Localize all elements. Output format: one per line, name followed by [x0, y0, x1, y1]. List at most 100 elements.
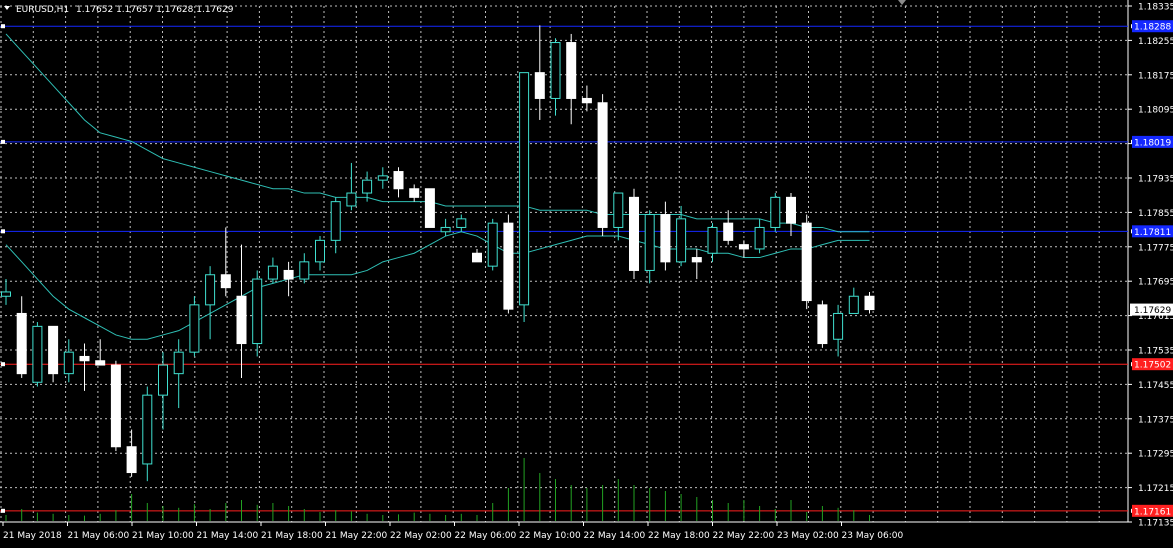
bear-candle[interactable] [534, 72, 545, 99]
bull-candle[interactable] [252, 278, 263, 345]
bull-candle[interactable] [676, 218, 687, 263]
price-tick-label: 1.17375 [1138, 415, 1173, 425]
bear-candle[interactable] [801, 222, 812, 302]
price-tick-label: 1.18335 [1138, 3, 1173, 13]
time-tick-label: 21 May 18:00 [261, 531, 323, 541]
bull-candle[interactable] [770, 196, 781, 228]
bear-candle[interactable] [472, 252, 482, 263]
bull-candle[interactable] [833, 312, 844, 340]
candlestick-chart[interactable]: 1.183351.182551.181751.180951.180151.179… [0, 0, 1173, 544]
bear-candle[interactable] [597, 102, 608, 228]
level-price-tag-label: 1.17502 [1134, 361, 1171, 371]
time-tick-label: 21 May 2018 [3, 531, 62, 541]
time-tick-label: 22 May 02:00 [390, 531, 452, 541]
price-tick-label: 1.17215 [1138, 484, 1173, 494]
bull-candle[interactable] [315, 239, 325, 263]
price-tick-label: 1.17455 [1138, 381, 1173, 391]
bear-candle[interactable] [566, 42, 577, 99]
bull-candle[interactable] [299, 261, 310, 280]
bull-candle[interactable] [330, 201, 341, 241]
bear-candle[interactable] [110, 364, 121, 448]
level-price-tag-label: 1.18288 [1134, 23, 1171, 33]
bear-candle[interactable] [79, 355, 90, 362]
time-tick-label: 22 May 10:00 [519, 531, 581, 541]
level-price-tag-label: 1.18019 [1134, 138, 1171, 148]
level-price-tag-label: 1.17161 [1134, 507, 1171, 517]
bull-candle[interactable] [173, 351, 184, 375]
bull-candle[interactable] [707, 226, 718, 254]
bear-candle[interactable] [786, 196, 796, 224]
symbol-label: EURUSD,H1 [16, 5, 69, 15]
bull-candle[interactable] [32, 325, 43, 383]
bear-candle[interactable] [283, 269, 294, 280]
price-tick-label: 1.18095 [1138, 106, 1173, 116]
bear-candle[interactable] [95, 360, 106, 366]
bull-candle[interactable] [644, 214, 655, 271]
bear-candle[interactable] [126, 446, 137, 474]
bull-candle[interactable] [63, 351, 74, 375]
price-tick-label: 1.17295 [1138, 450, 1173, 460]
price-tick-label: 1.17855 [1138, 209, 1173, 219]
bear-candle[interactable] [236, 295, 247, 345]
time-tick-label: 21 May 22:00 [326, 531, 388, 541]
chart-window[interactable]: 1.183351.182551.181751.180951.180151.179… [0, 0, 1173, 544]
bull-candle[interactable] [456, 218, 467, 228]
time-tick-label: 22 May 06:00 [455, 531, 517, 541]
bear-candle[interactable] [691, 257, 702, 263]
bear-candle[interactable] [48, 325, 59, 375]
bull-candle[interactable] [1, 291, 11, 297]
bull-candle[interactable] [189, 304, 200, 353]
bear-candle[interactable] [723, 222, 734, 241]
bear-candle[interactable] [629, 196, 639, 271]
bear-candle[interactable] [817, 304, 828, 345]
bear-candle[interactable] [581, 97, 592, 104]
bull-candle[interactable] [346, 192, 357, 207]
time-tick-label: 22 May 18:00 [648, 531, 710, 541]
bear-candle[interactable] [424, 188, 435, 228]
level-anchor-marker[interactable] [1, 24, 5, 29]
price-tick-label: 1.17535 [1138, 347, 1173, 357]
bull-candle[interactable] [377, 175, 388, 181]
bull-candle[interactable] [519, 72, 530, 306]
time-tick-label: 22 May 22:00 [713, 531, 775, 541]
bull-candle[interactable] [848, 295, 859, 314]
level-price-tag-label: 1.17811 [1134, 228, 1171, 238]
bull-candle[interactable] [267, 265, 278, 280]
bull-candle[interactable] [440, 226, 451, 233]
bull-candle[interactable] [205, 274, 216, 306]
bull-candle[interactable] [158, 364, 168, 396]
price-tick-label: 1.17775 [1138, 243, 1173, 253]
level-anchor-marker[interactable] [1, 229, 5, 234]
price-tick-label: 1.17135 [1138, 519, 1173, 529]
level-anchor-marker[interactable] [1, 508, 5, 513]
bear-candle[interactable] [393, 171, 404, 190]
chart-background [0, 0, 1173, 544]
time-tick-label: 23 May 06:00 [842, 531, 904, 541]
level-anchor-marker[interactable] [1, 139, 5, 144]
bear-candle[interactable] [16, 312, 27, 375]
level-anchor-marker[interactable] [1, 362, 5, 367]
bear-candle[interactable] [220, 274, 231, 289]
bear-candle[interactable] [660, 214, 671, 263]
bull-candle[interactable] [362, 179, 373, 194]
current-price-label: 1.17629 [1134, 306, 1171, 316]
bull-candle[interactable] [754, 226, 765, 250]
price-tick-label: 1.18175 [1138, 71, 1173, 81]
bear-candle[interactable] [409, 188, 420, 198]
time-tick-label: 21 May 14:00 [197, 531, 259, 541]
bull-candle[interactable] [550, 42, 561, 99]
price-tick-label: 1.18255 [1138, 37, 1173, 47]
bull-candle[interactable] [142, 394, 153, 465]
bear-candle[interactable] [864, 295, 875, 311]
chart-header: EURUSD,H1 1.17652 1.17657 1.17628 1.1762… [4, 5, 234, 15]
time-tick-label: 23 May 02:00 [777, 531, 839, 541]
ohlc-readout: 1.17652 1.17657 1.17628 1.17629 [76, 5, 234, 15]
bear-candle[interactable] [738, 244, 749, 250]
bull-candle[interactable] [613, 192, 624, 228]
price-tick-label: 1.17935 [1138, 175, 1173, 185]
bear-candle[interactable] [503, 222, 514, 310]
time-tick-label: 22 May 14:00 [584, 531, 646, 541]
time-tick-label: 21 May 10:00 [132, 531, 194, 541]
time-tick-label: 21 May 06:00 [68, 531, 130, 541]
bull-candle[interactable] [487, 222, 498, 267]
